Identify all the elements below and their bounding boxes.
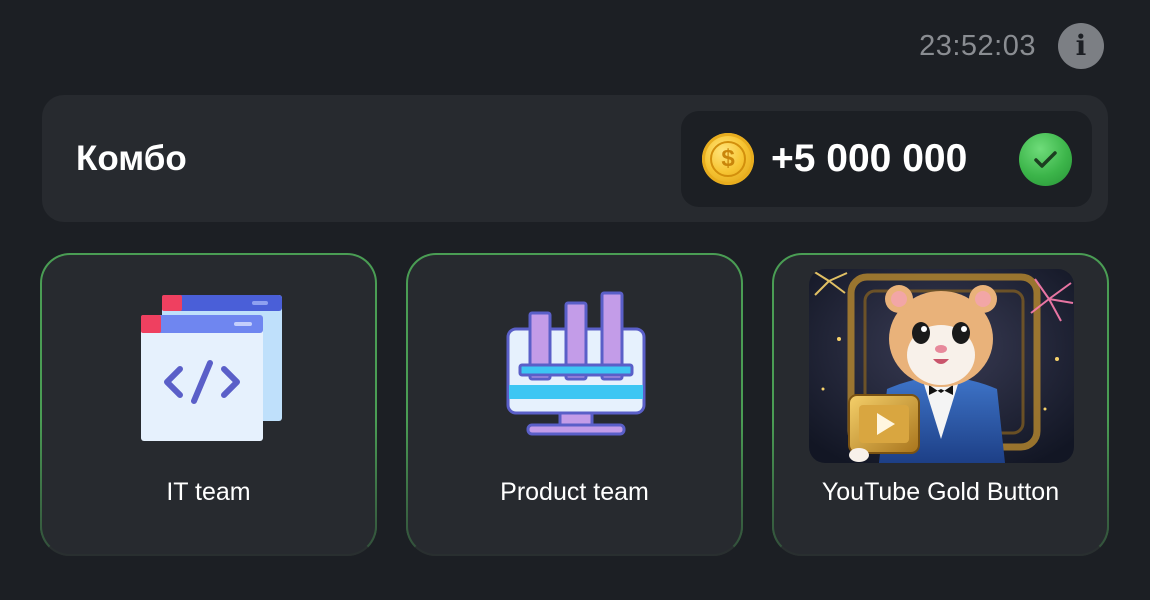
combo-screen: 23:52:03 i Комбо $ +5 000 000 IT team Pr… (0, 0, 1150, 600)
combo-card-it-team[interactable]: IT team (40, 253, 377, 556)
combo-card-product-team[interactable]: Product team (406, 253, 743, 556)
reward-box: $ +5 000 000 (681, 111, 1092, 207)
chart-monitor-icon (506, 291, 646, 436)
check-icon (1019, 133, 1072, 186)
card-label: Product team (500, 478, 649, 506)
card-label: YouTube Gold Button (821, 478, 1060, 506)
combo-card-youtube-gold-button[interactable]: YouTube Gold Button (772, 253, 1109, 556)
coin-icon: $ (702, 133, 754, 185)
combo-title: Комбо (76, 139, 187, 178)
combo-cards: IT team Product team YouTube Gold Button (40, 253, 1111, 557)
card-label: IT team (166, 478, 251, 506)
coin-symbol: $ (710, 141, 746, 177)
hamster-gold-button-image (809, 269, 1074, 463)
combo-panel: Комбо $ +5 000 000 (42, 95, 1108, 222)
code-windows-icon (141, 295, 282, 441)
countdown-timer: 23:52:03 (919, 29, 1036, 62)
top-bar: 23:52:03 i (919, 22, 1104, 70)
info-icon: i (1075, 29, 1087, 62)
reward-amount: +5 000 000 (771, 137, 968, 180)
info-button[interactable]: i (1058, 23, 1104, 69)
